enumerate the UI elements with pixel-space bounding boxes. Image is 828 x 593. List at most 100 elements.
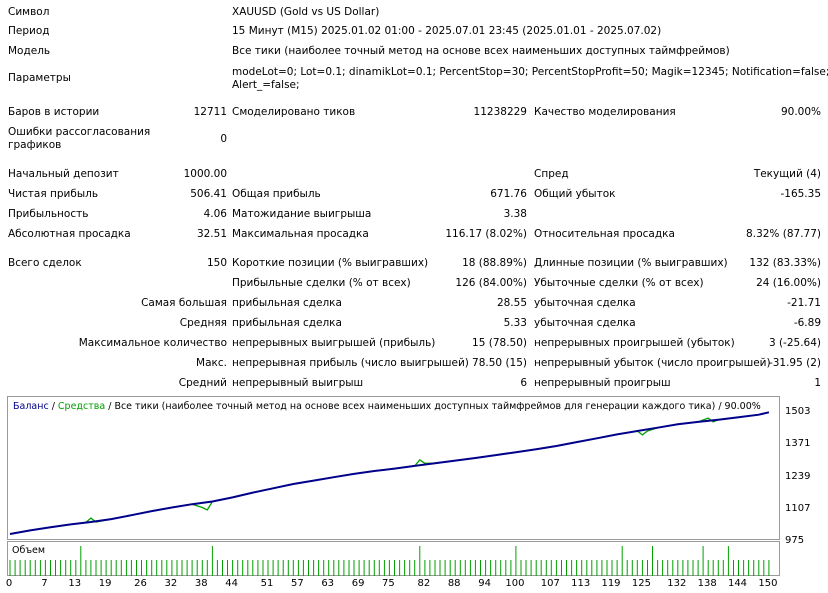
largest-loss-label: убыточная сделка [534,297,636,309]
params-line-1: modeLot=0; Lot=0.1; dinamikLot=0.1; Perc… [232,66,828,78]
x-tick-label: 113 [571,578,591,589]
deposit-label: Начальный депозит [8,168,119,180]
payoff-label: Матожидание выигрыша [232,208,372,220]
x-tick-label: 107 [540,578,560,589]
max-label: Макс. [196,357,227,369]
x-tick-label: 51 [260,578,274,589]
loss-trades-label: Убыточные сделки (% от всех) [534,277,704,289]
max-consecutive-wins-label: непрерывных выигрышей (прибыль) [232,337,436,349]
net-profit-value: 506.41 [190,188,227,200]
gross-loss-label: Общий убыток [534,188,616,200]
x-tick-label: 32 [164,578,178,589]
symbol-value: XAUUSD (Gold vs US Dollar) [232,6,380,18]
x-tick-label: 88 [447,578,461,589]
largest-loss-value: -21.71 [787,297,821,309]
x-tick-label: 13 [68,578,82,589]
model-label: Модель [8,45,51,57]
max-drawdown-value: 116.17 (8.02%) [445,228,527,240]
max-count-label: Максимальное количество [78,337,227,349]
period-label: Период [8,25,50,37]
average-consecutive-losses-value: 1 [814,377,821,389]
params-label: Параметры [8,72,71,84]
max-consecutive-losses-label: непрерывных проигрышей (убыток) [534,337,735,349]
rel-drawdown-label: Относительная просадка [534,228,675,240]
profit-trades-label: Прибыльные сделки (% от всех) [232,277,411,289]
max-drawdown-label: Максимальная просадка [232,228,369,240]
profit-factor-label: Прибыльность [8,208,89,220]
max-consecutive-loss-label: непрерывный убыток (число проигрышей) [534,357,771,369]
x-tick-label: 75 [382,578,395,589]
x-tick-label: 63 [321,578,335,589]
long-positions-label: Длинные позиции (% выигравших) [534,257,728,269]
payoff-value: 3.38 [503,208,527,220]
volume-chart [9,546,770,576]
quality-value: 90.00% [780,106,821,118]
average-consecutive-wins-label: непрерывный выигрыш [232,377,364,389]
ticks-label: Смоделировано тиков [232,106,356,118]
x-tick-label: 150 [758,578,778,589]
max-consecutive-loss-value: -31.95 (2) [768,357,821,369]
y-tick-label: 975 [785,535,805,546]
largest-profit-value: 28.55 [496,297,527,309]
net-profit-label: Чистая прибыль [8,188,99,200]
quality-label: Качество моделирования [534,106,676,118]
short-positions-value: 18 (88.89%) [462,257,527,269]
total-trades-value: 150 [206,257,227,269]
bars-label: Баров в истории [8,106,100,118]
profit-trades-value: 126 (84.00%) [455,277,527,289]
average-consecutive-wins-value: 6 [520,377,527,389]
largest-profit-label: прибыльная сделка [232,297,342,309]
abs-drawdown-label: Абсолютная просадка [8,228,131,240]
y-tick-label: 1107 [785,503,811,514]
balance-series-line [9,411,770,535]
x-tick-label: 144 [727,578,748,589]
average-loss-label: убыточная сделка [534,317,636,329]
short-positions-label: Короткие позиции (% выигравших) [232,257,429,269]
x-tick-label: 119 [601,578,621,589]
symbol-label: Символ [8,6,50,18]
spread-value: Текущий (4) [753,168,821,180]
max-consecutive-profit-value: 78.50 (15) [472,357,527,369]
average-consecutive-label: Средний [178,377,227,389]
average-profit-value: 5.33 [503,317,527,329]
x-tick-label: 0 [5,578,13,589]
x-tick-label: 100 [505,578,525,589]
loss-trades-value: 24 (16.00%) [756,277,821,289]
average-profit-label: прибыльная сделка [232,317,342,329]
x-tick-label: 132 [667,578,687,589]
gross-loss-value: -165.35 [780,188,821,200]
max-consecutive-losses-value: 3 (-25.64) [768,337,821,349]
rel-drawdown-value: 8.32% (87.77) [746,228,821,240]
x-tick-label: 57 [291,578,304,589]
largest-label: Самая большая [141,297,227,309]
x-tick-label: 7 [41,578,48,589]
total-trades-label: Всего сделок [8,257,82,269]
average-loss-value: -6.89 [793,317,821,329]
x-tick-label: 26 [134,578,147,589]
x-tick-label: 38 [194,578,208,589]
profit-factor-value: 4.06 [203,208,227,220]
gross-profit-value: 671.76 [490,188,527,200]
ticks-value: 11238229 [473,106,527,118]
average-label: Средняя [179,317,227,329]
period-value: 15 Минут (M15) 2025.01.02 01:00 - 2025.0… [232,25,662,37]
volume-panel: Объем [7,541,780,576]
x-tick-label: 82 [417,578,431,589]
bars-value: 12711 [193,106,227,118]
errors-label-2: графиков [8,139,62,151]
balance-chart [9,411,770,535]
abs-drawdown-value: 32.51 [196,228,227,240]
x-tick-label: 125 [631,578,651,589]
deposit-value: 1000.00 [183,168,227,180]
y-tick-label: 1503 [785,406,811,417]
max-consecutive-wins-value: 15 (78.50) [472,337,527,349]
y-tick-label: 1371 [785,438,811,449]
params-line-2: Alert_=false; [232,79,300,91]
max-consecutive-profit-label: непрерывная прибыль (число выигрышей) [232,357,469,369]
gross-profit-label: Общая прибыль [232,188,321,200]
x-tick-label: 94 [478,578,491,589]
x-tick-label: 19 [98,578,112,589]
average-consecutive-losses-label: непрерывный проигрыш [534,377,671,389]
balance-chart-panel: Баланс / Средства / Все тики (наиболее т… [7,396,780,540]
model-value: Все тики (наиболее точный метод на основ… [232,45,730,57]
